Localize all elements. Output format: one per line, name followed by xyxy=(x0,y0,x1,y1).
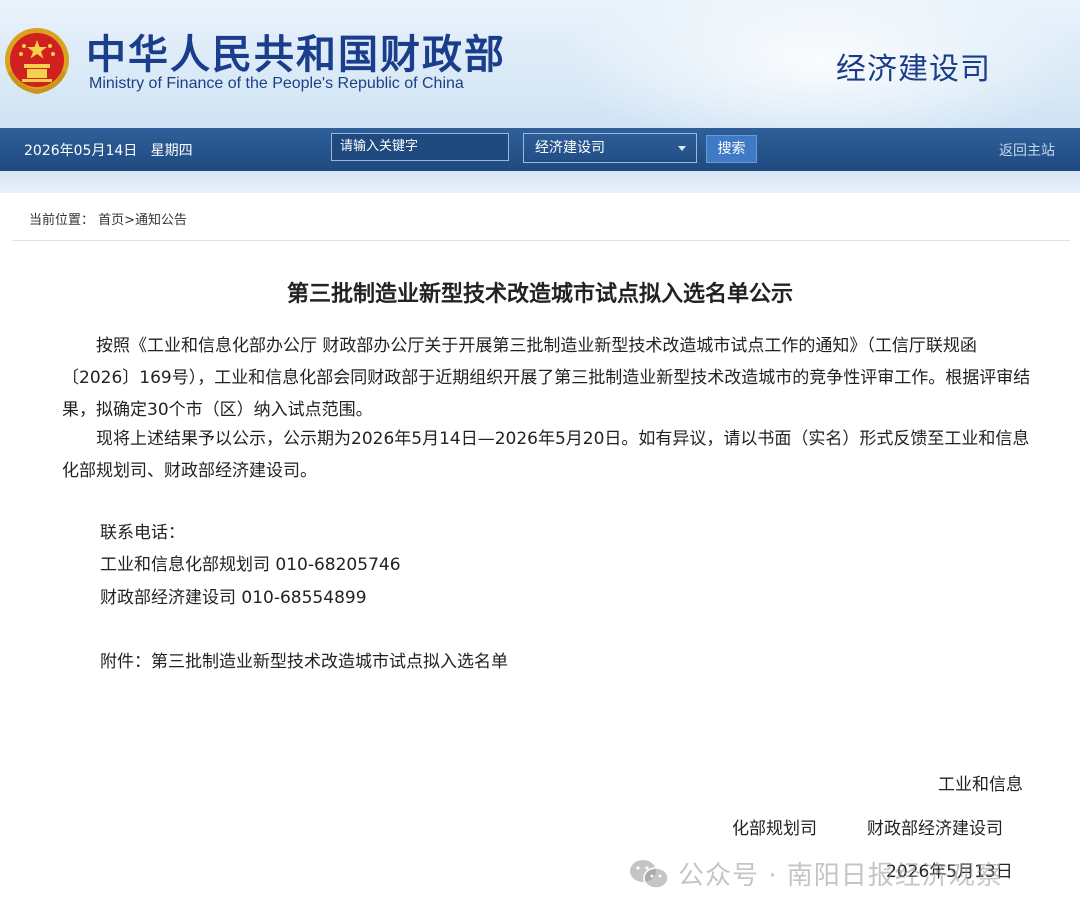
return-home-link[interactable]: 返回主站 xyxy=(999,140,1055,160)
department-name[interactable]: 经济建设司 xyxy=(836,44,991,88)
site-header: 中华人民共和国财政部 Ministry of Finance of the Pe… xyxy=(0,0,1080,128)
site-title: 中华人民共和国财政部 xyxy=(86,32,506,78)
article-title: 第三批制造业新型技术改造城市试点拟入选名单公示 xyxy=(286,282,793,307)
header-glow xyxy=(560,0,1080,128)
nav-bar: 2026年05月14日 星期四 请输入关键字 经济建设司 搜索 返回主站 xyxy=(0,128,1080,171)
search-button[interactable]: 搜索 xyxy=(706,135,757,163)
signature-line-2-left: 化部规划司 xyxy=(732,819,817,839)
national-emblem-icon xyxy=(5,28,69,94)
current-date: 2026年05月14日 星期四 xyxy=(24,143,193,159)
chevron-down-icon xyxy=(678,146,686,151)
contact-phone-1: 工业和信息化部规划司 010-68205746 xyxy=(100,555,401,575)
divider xyxy=(12,240,1070,241)
breadcrumb[interactable]: 当前位置： 首页>通知公告 xyxy=(29,209,187,228)
contact-phone-2: 财政部经济建设司 010-68554899 xyxy=(100,588,367,608)
department-select-value: 经济建设司 xyxy=(535,140,605,156)
signature-line-2-right: 财政部经济建设司 xyxy=(867,819,1003,839)
signature-line-1: 工业和信息 xyxy=(938,775,1023,795)
attachment-link[interactable]: 附件：第三批制造业新型技术改造城市试点拟入选名单 xyxy=(100,647,508,672)
wechat-icon xyxy=(630,860,669,889)
contact-label: 联系电话： xyxy=(100,523,185,543)
article-paragraph-2: 现将上述结果予以公示，公示期为2026年5月14日—2026年5月20日。如有异… xyxy=(62,429,1030,481)
search-input[interactable]: 请输入关键字 xyxy=(331,133,509,161)
site-subtitle: Ministry of Finance of the People's Repu… xyxy=(89,75,464,92)
header-band xyxy=(0,171,1080,193)
watermark-text: 公众号 · 南阳日报经济观察 xyxy=(678,861,1003,891)
article-paragraph-1: 按照《工业和信息化部办公厅 财政部办公厅关于开展第三批制造业新型技术改造城市试点… xyxy=(62,336,1031,420)
department-select[interactable]: 经济建设司 xyxy=(523,133,697,163)
